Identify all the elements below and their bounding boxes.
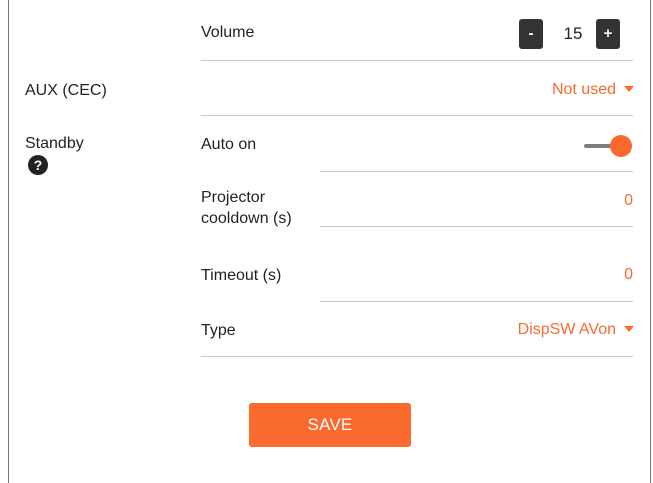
caret-down-icon bbox=[624, 85, 634, 92]
toggle-switch-icon bbox=[610, 135, 632, 157]
save-button[interactable]: SAVE bbox=[249, 403, 411, 447]
projector-cooldown-label-line2: cooldown (s) bbox=[201, 210, 292, 227]
aux-divider bbox=[201, 115, 633, 116]
auto-on-divider bbox=[320, 171, 633, 172]
aux-dropdown[interactable]: Not used bbox=[552, 81, 634, 99]
auto-on-label: Auto on bbox=[201, 136, 257, 153]
volume-value: 15 bbox=[563, 24, 583, 43]
type-dropdown[interactable]: DispSW AVon bbox=[518, 321, 634, 339]
aux-label: AUX (CEC) bbox=[25, 82, 107, 99]
auto-on-toggle[interactable] bbox=[584, 135, 634, 157]
timeout-divider bbox=[320, 301, 633, 302]
timeout-label: Timeout (s) bbox=[201, 267, 282, 284]
timeout-value[interactable]: 0 bbox=[624, 266, 633, 284]
volume-increase-button[interactable]: + bbox=[596, 19, 620, 49]
type-label: Type bbox=[201, 322, 236, 339]
standby-label: Standby bbox=[25, 135, 84, 152]
aux-dropdown-value: Not used bbox=[551, 81, 616, 98]
projector-cooldown-label-line1: Projector bbox=[201, 189, 266, 206]
projector-cooldown-divider bbox=[320, 226, 633, 227]
volume-divider bbox=[201, 60, 633, 61]
type-dropdown-value: DispSW AVon bbox=[517, 321, 616, 338]
projector-cooldown-value[interactable]: 0 bbox=[624, 192, 633, 210]
caret-down-icon bbox=[624, 325, 634, 332]
volume-label: Volume bbox=[201, 24, 255, 41]
type-divider bbox=[201, 356, 633, 357]
question-circle-icon[interactable]: ? bbox=[28, 155, 48, 175]
volume-decrease-button[interactable]: - bbox=[519, 19, 543, 49]
